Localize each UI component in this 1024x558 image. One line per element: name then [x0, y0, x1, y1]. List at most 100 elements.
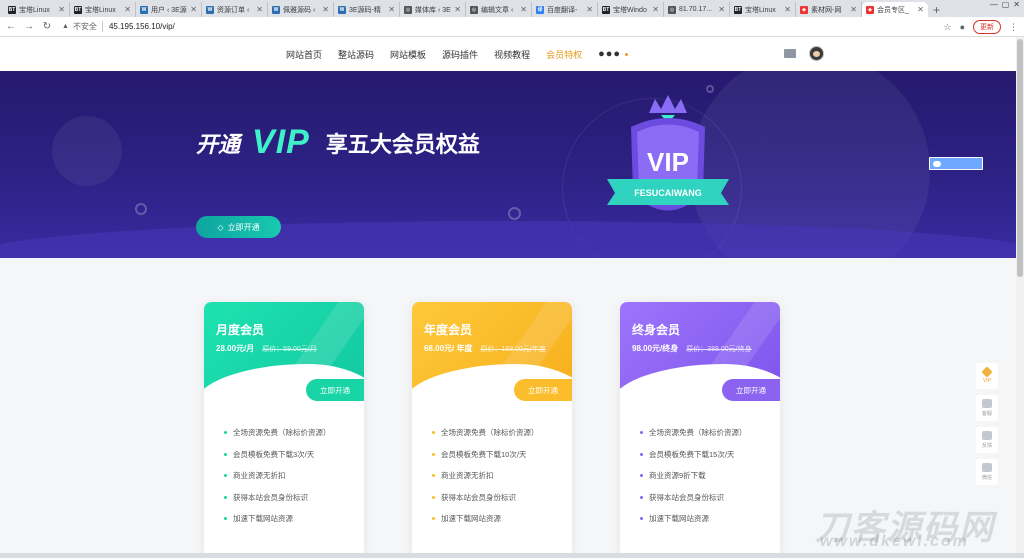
tab-close-icon[interactable]: ✕ — [784, 5, 791, 14]
tab-favicon-icon: BT — [8, 5, 16, 14]
plan-features: 全场资源免费（除标价资源） 会员模板免费下载15次/天 商业资源9折下载 获得本… — [640, 422, 747, 530]
nav-vip-privileges[interactable]: 会员特权 — [546, 48, 582, 61]
url-field[interactable]: ▲ 不安全 45.195.156.10/vip/ — [62, 21, 175, 32]
wechat-icon — [982, 463, 992, 472]
plan-open-button[interactable]: 立即开通 — [306, 379, 364, 401]
maximize-icon[interactable]: ▢ — [1002, 0, 1010, 9]
page-scrollbar[interactable] — [1016, 37, 1024, 558]
tab-favicon-icon: W — [140, 5, 148, 14]
browser-tab[interactable]: W 佩雅源码 ‹ ✕ — [268, 2, 334, 17]
browser-tab[interactable]: ◆ 素材网-网 ✕ — [796, 2, 862, 17]
browser-tab[interactable]: 译百度翻译- ✕ — [532, 2, 598, 17]
diamond-icon: ◇ — [217, 222, 224, 232]
tab-favicon-icon: ◎ — [470, 5, 478, 14]
browser-tab[interactable]: ◎ 编辑文章 ‹ ✕ — [466, 2, 532, 17]
hero-open-button[interactable]: ◇ 立即开通 — [196, 216, 281, 238]
tab-close-icon[interactable]: ✕ — [454, 5, 461, 14]
tab-close-icon[interactable]: ✕ — [322, 5, 329, 14]
plan-open-button[interactable]: 立即开通 — [514, 379, 572, 401]
menu-kebab-icon[interactable]: ⋮ — [1009, 22, 1018, 33]
tab-favicon-icon: W — [272, 5, 280, 14]
list-item: 加速下载网站资源 — [640, 508, 747, 530]
browser-tab[interactable]: W 用户 ‹ 3E源 ✕ — [136, 2, 202, 17]
browser-tab[interactable]: BT 宝塔Linux ✕ — [70, 2, 136, 17]
tab-close-icon[interactable]: ✕ — [718, 5, 725, 14]
floating-toolbar: VIP 客服 反馈 微信 — [976, 363, 998, 485]
browser-tab[interactable]: ◎ 媒体库 ‹ 3E ✕ — [400, 2, 466, 17]
plan-open-button[interactable]: 立即开通 — [722, 379, 780, 401]
browser-tab-bar: BT 宝塔Linux ✕ BT 宝塔Linux ✕ W 用户 ‹ 3E源 ✕ W 资源订单 ‹ ✕ W 佩… — [0, 0, 1024, 17]
list-item: 商业资源无折扣 — [224, 465, 331, 487]
update-button[interactable]: 更新 — [973, 20, 1001, 34]
profile-icon[interactable]: ● — [960, 22, 965, 32]
tab-close-icon[interactable]: ✕ — [850, 5, 857, 14]
scrollbar-thumb[interactable] — [1017, 39, 1023, 277]
browser-tab[interactable]: ◆ 会员专区_ ✕ — [862, 2, 928, 17]
tab-close-icon[interactable]: ✕ — [652, 5, 659, 14]
nav-video[interactable]: 视频教程 — [494, 48, 530, 61]
side-vip-button[interactable]: VIP — [976, 363, 998, 389]
side-support-button[interactable]: 客服 — [976, 395, 998, 421]
tab-title: 资源订单 ‹ — [217, 6, 250, 14]
tab-title: 宝塔Linux — [85, 6, 116, 14]
tab-close-icon[interactable]: ✕ — [124, 5, 131, 14]
tab-title: 宝塔Windo — [613, 6, 647, 14]
plan-original-price: 原价：388.00元/终身 — [686, 346, 752, 353]
browser-tab[interactable]: ◎ 81.70.17... ✕ — [664, 2, 730, 17]
nav-more[interactable]: ●●● — [598, 48, 621, 60]
nav-templates[interactable]: 网站模板 — [390, 48, 426, 61]
tab-title: 佩雅源码 ‹ — [283, 6, 316, 14]
tab-close-icon[interactable]: ✕ — [256, 5, 263, 14]
mail-icon[interactable] — [784, 49, 796, 58]
browser-tab[interactable]: W 资源订单 ‹ ✕ — [202, 2, 268, 17]
list-item: 商业资源9折下载 — [640, 465, 747, 487]
plan-original-price: 原价：59.00元/月 — [262, 346, 317, 353]
tab-favicon-icon: BT — [602, 5, 610, 14]
forward-icon[interactable]: → — [22, 21, 36, 32]
tab-favicon-icon: ◆ — [866, 5, 874, 14]
plan-price-value: 68.00元/ 年度 — [424, 344, 473, 353]
browser-tab[interactable]: W 3E源码-精 ✕ — [334, 2, 400, 17]
plan-price-value: 98.00元/终身 — [632, 344, 679, 353]
hero-open-button-label: 立即开通 — [227, 222, 260, 232]
reload-icon[interactable]: ↻ — [40, 21, 54, 32]
shield-vip-text: VIP — [647, 147, 689, 177]
support-icon — [982, 399, 992, 408]
side-wechat-button[interactable]: 微信 — [976, 459, 998, 485]
vip-shield-badge: VIP FESUCAIWANG — [607, 95, 729, 211]
tab-title: 用户 ‹ 3E源 — [151, 6, 187, 14]
browser-tab[interactable]: BT 宝塔Linux ✕ — [4, 2, 70, 17]
nav-plugins[interactable]: 源码插件 — [442, 48, 478, 61]
nav-home[interactable]: 网站首页 — [286, 48, 322, 61]
tab-title: 3E源码-精 — [349, 6, 381, 14]
browser-tab[interactable]: BT 宝塔Windo ✕ — [598, 2, 664, 17]
tab-close-icon[interactable]: ✕ — [190, 5, 197, 14]
decor-ring — [135, 203, 147, 215]
tab-title: 百度翻译- — [547, 6, 578, 14]
tab-close-icon[interactable]: ✕ — [388, 5, 395, 14]
avatar[interactable] — [809, 46, 824, 61]
tab-close-icon[interactable]: ✕ — [917, 5, 924, 14]
side-feedback-button[interactable]: 反馈 — [976, 427, 998, 453]
tab-title: 编辑文章 ‹ — [481, 6, 514, 14]
browser-tab[interactable]: BT 宝塔Linux ✕ — [730, 2, 796, 17]
back-icon[interactable]: ← — [4, 21, 18, 32]
tab-favicon-icon: ◆ — [800, 5, 808, 14]
new-tab-button[interactable]: + — [928, 2, 945, 17]
cloud-widget[interactable] — [929, 157, 983, 170]
list-item: 商业资源无折扣 — [432, 465, 539, 487]
tab-close-icon[interactable]: ✕ — [520, 5, 527, 14]
minimize-icon[interactable]: — — [990, 0, 998, 9]
plan-features: 全场资源免费（除标价资源） 会员模板免费下载10次/天 商业资源无折扣 获得本站… — [432, 422, 539, 530]
nav-site-source[interactable]: 整站源码 — [338, 48, 374, 61]
tab-favicon-icon: ◎ — [668, 5, 676, 14]
side-label: 反馈 — [981, 443, 992, 449]
tab-close-icon[interactable]: ✕ — [586, 5, 593, 14]
list-item: 获得本站会员身份标识 — [432, 487, 539, 509]
tab-close-icon[interactable]: ✕ — [58, 5, 65, 14]
list-item: 会员模板免费下载3次/天 — [224, 444, 331, 466]
address-bar: ← → ↻ ▲ 不安全 45.195.156.10/vip/ ☆ ● 更新 ⋮ — [0, 17, 1024, 37]
bookmark-star-icon[interactable]: ☆ — [943, 22, 951, 33]
os-taskbar — [0, 553, 1024, 558]
close-window-icon[interactable]: ✕ — [1013, 0, 1020, 9]
